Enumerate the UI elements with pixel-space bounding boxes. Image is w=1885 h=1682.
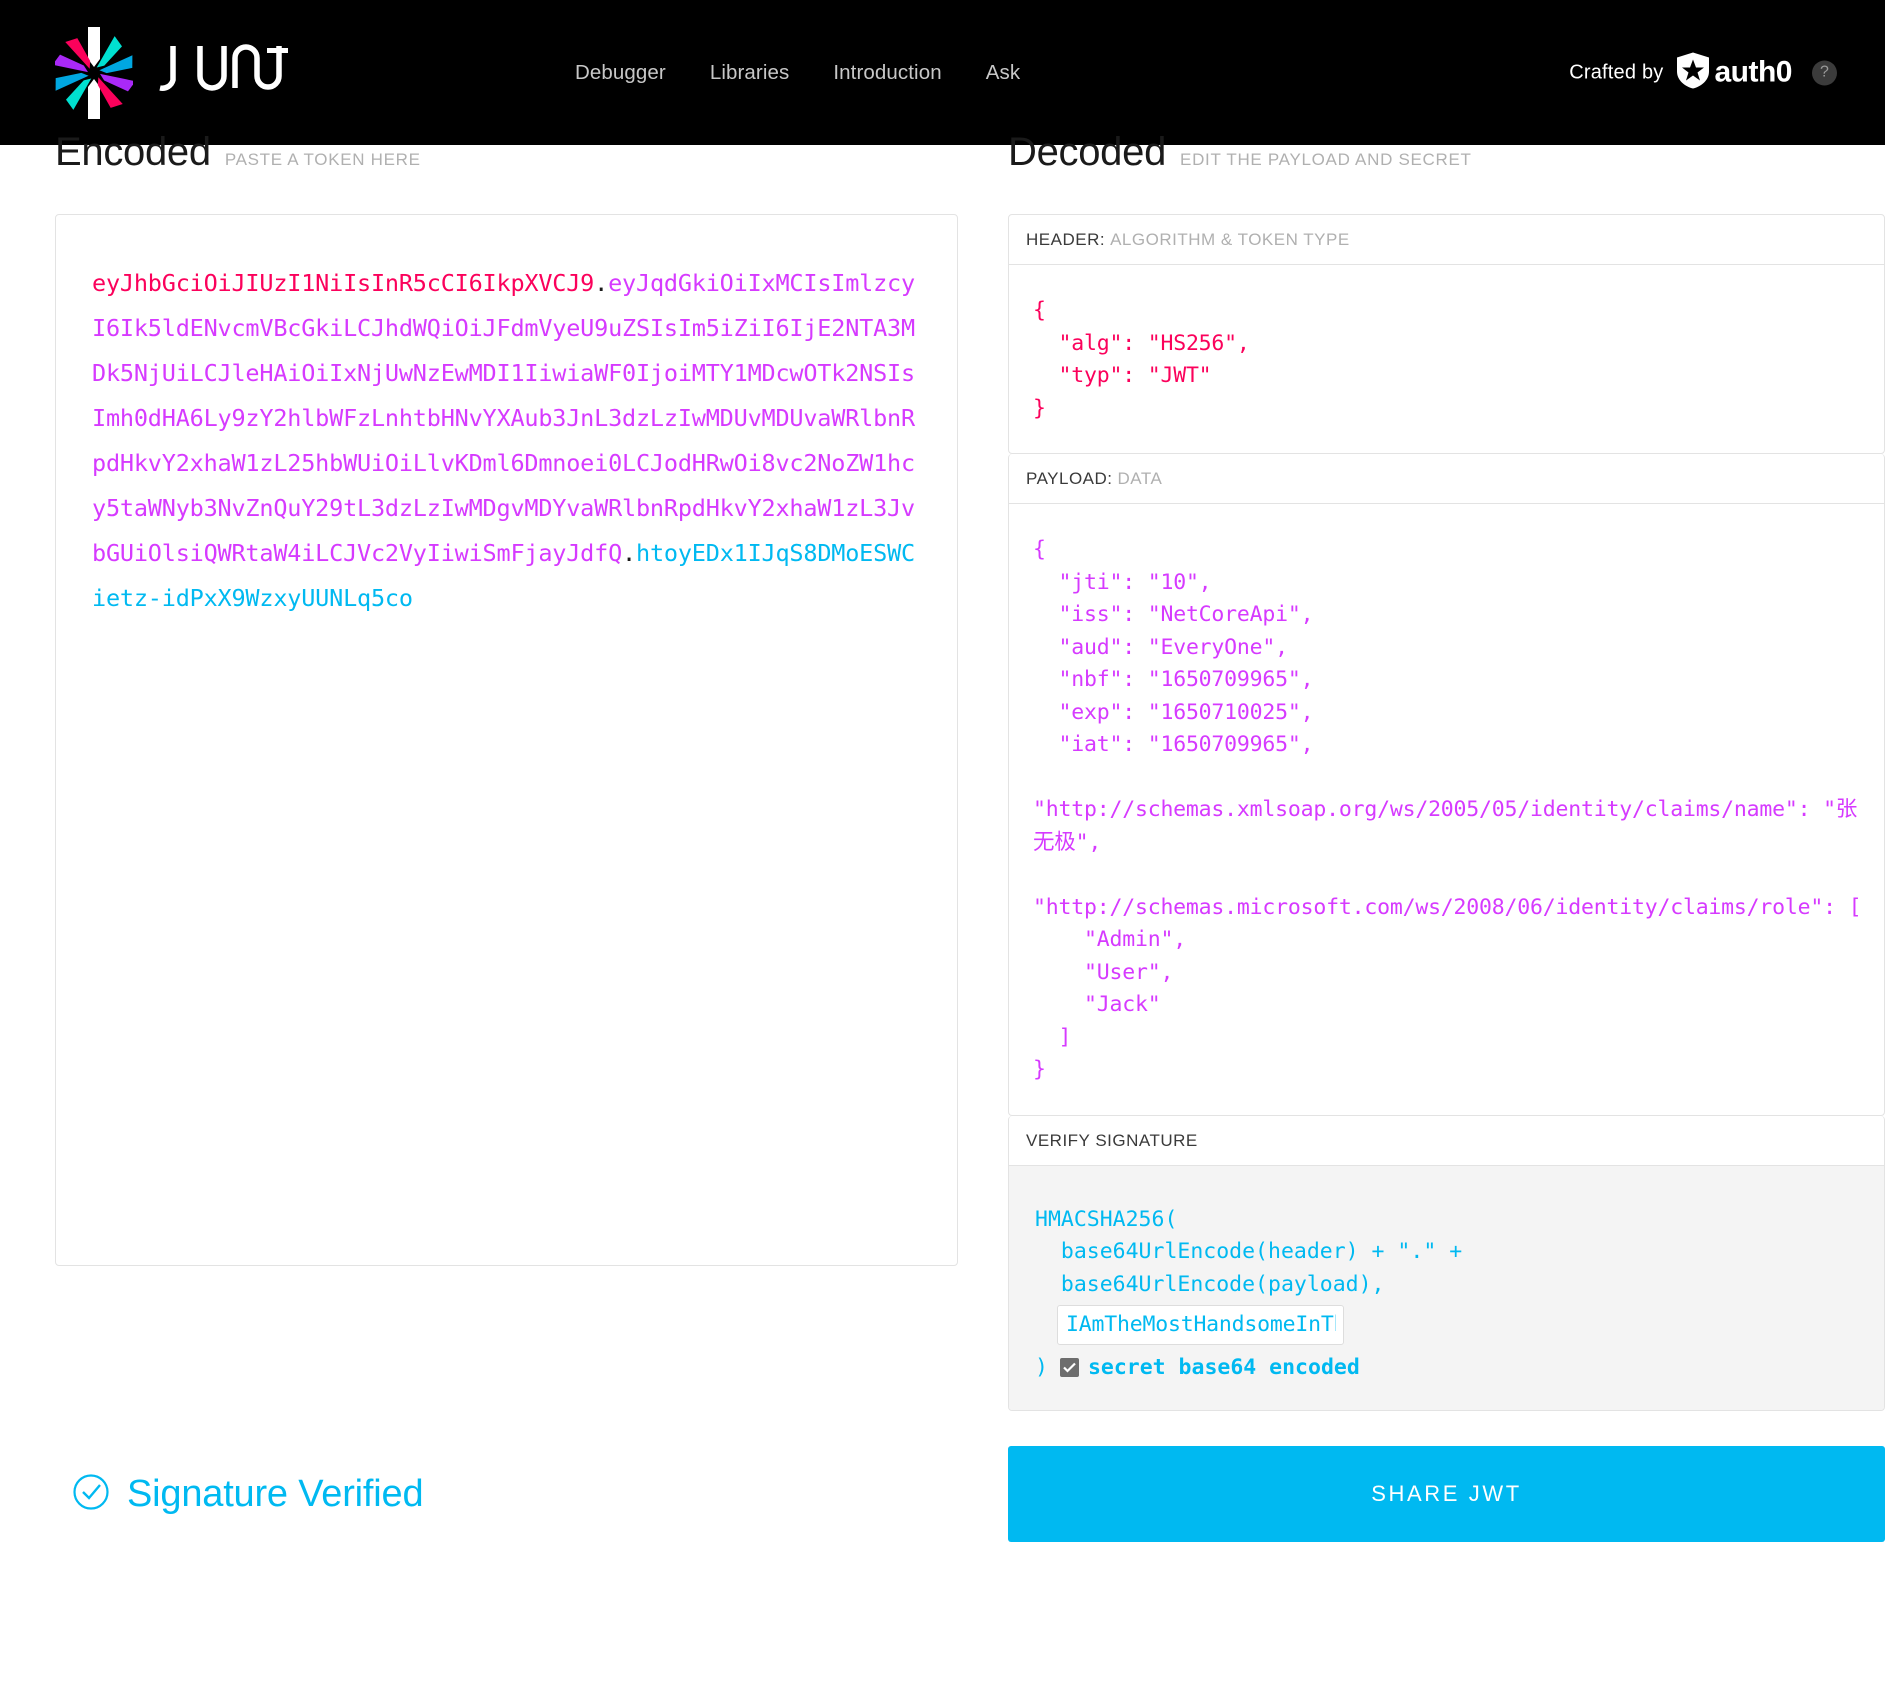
crafted-by-auth0[interactable]: Crafted by auth0 ? (1569, 51, 1837, 94)
encoded-token-input[interactable]: eyJhbGciOiJIUzI1NiIsInR5cCI6IkpXVCJ9.eyJ… (55, 214, 958, 1266)
decoded-subtitle: EDIT THE PAYLOAD AND SECRET (1180, 150, 1472, 169)
nav-link-libraries[interactable]: Libraries (710, 61, 790, 85)
header-panel-label: HEADER: (1026, 230, 1106, 249)
signature-verify-body: HMACSHA256( base64UrlEncode(header) + ".… (1009, 1165, 1884, 1410)
token-separator-1: . (594, 269, 609, 297)
payload-panel-label: PAYLOAD: (1026, 469, 1113, 488)
nav-link-debugger[interactable]: Debugger (575, 61, 666, 85)
auth0-wordmark: auth0 (1714, 55, 1792, 89)
nav-link-introduction[interactable]: Introduction (833, 61, 941, 85)
share-jwt-button[interactable]: SHARE JWT (1008, 1446, 1885, 1542)
secret-base64-row: ) secret base64 encoded (1035, 1355, 1862, 1380)
nav-links: Debugger Libraries Introduction Ask (575, 61, 1020, 85)
payload-panel-title: PAYLOAD: DATA (1009, 454, 1884, 504)
signature-status-label: Signature Verified (127, 1472, 424, 1515)
closing-paren: ) (1035, 1355, 1048, 1380)
crafted-by-label: Crafted by (1569, 61, 1664, 83)
help-icon[interactable]: ? (1812, 60, 1837, 85)
jwt-brand[interactable] (55, 26, 575, 119)
token-header-segment: eyJhbGciOiJIUzI1NiIsInR5cCI6IkpXVCJ9 (92, 269, 595, 297)
signature-status: Signature Verified (55, 1446, 958, 1542)
token-payload-segment: eyJqdGkiOiIxMCIsImlzcyI6Ik5ldENvcmVBcGki… (92, 269, 915, 567)
decoded-section-header: Decoded EDIT THE PAYLOAD AND SECRET (1008, 131, 1885, 183)
secret-base64-checkbox[interactable] (1059, 1358, 1079, 1377)
signature-line-hmac: HMACSHA256( (1035, 1206, 1178, 1232)
secret-base64-label[interactable]: secret base64 encoded (1088, 1355, 1360, 1380)
signature-panel-label: VERIFY SIGNATURE (1026, 1130, 1198, 1150)
encoded-token-text[interactable]: eyJhbGciOiJIUzI1NiIsInR5cCI6IkpXVCJ9.eyJ… (92, 261, 923, 621)
encoded-column: Encoded PASTE A TOKEN HERE eyJhbGciOiJIU… (55, 131, 958, 1411)
payload-json-editor[interactable]: { "jti": "10", "iss": "NetCoreApi", "aud… (1009, 504, 1884, 1115)
signature-panel: VERIFY SIGNATURE HMACSHA256( base64UrlEn… (1008, 1115, 1885, 1411)
encoded-subtitle: PASTE A TOKEN HERE (224, 150, 421, 169)
jwt-wordmark-icon (155, 40, 288, 105)
payload-panel-sublabel: DATA (1117, 469, 1163, 488)
decoded-title: Decoded (1008, 131, 1167, 174)
top-navigation-bar: Debugger Libraries Introduction Ask Craf… (0, 0, 1885, 145)
payload-panel: PAYLOAD: DATA { "jti": "10", "iss": "NetC… (1008, 454, 1885, 1116)
signature-line-header: base64UrlEncode(header) + "." + (1035, 1239, 1463, 1264)
header-panel-sublabel: ALGORITHM & TOKEN TYPE (1110, 230, 1350, 249)
header-panel: HEADER: ALGORITHM & TOKEN TYPE { "alg": "… (1008, 214, 1885, 454)
token-separator-2: . (622, 539, 636, 567)
main-content: Encoded PASTE A TOKEN HERE eyJhbGciOiJIU… (0, 131, 1885, 1411)
footer-bar: Signature Verified SHARE JWT (0, 1446, 1885, 1602)
nav-link-ask[interactable]: Ask (986, 61, 1020, 85)
jwt-logo-icon (55, 26, 133, 119)
check-circle-icon (72, 1473, 110, 1516)
auth0-logo[interactable]: auth0 (1676, 51, 1792, 94)
signature-panel-title: VERIFY SIGNATURE (1009, 1116, 1884, 1166)
secret-input[interactable] (1057, 1305, 1344, 1345)
header-panel-title: HEADER: ALGORITHM & TOKEN TYPE (1009, 215, 1884, 265)
encoded-section-header: Encoded PASTE A TOKEN HERE (55, 131, 958, 183)
encoded-title: Encoded (55, 131, 211, 174)
auth0-shield-icon (1676, 51, 1710, 94)
header-json-editor[interactable]: { "alg": "HS256", "typ": "JWT" } (1009, 265, 1884, 453)
signature-line-payload: base64UrlEncode(payload), (1035, 1271, 1385, 1297)
decoded-column: Decoded EDIT THE PAYLOAD AND SECRET HEAD… (1008, 131, 1885, 1411)
